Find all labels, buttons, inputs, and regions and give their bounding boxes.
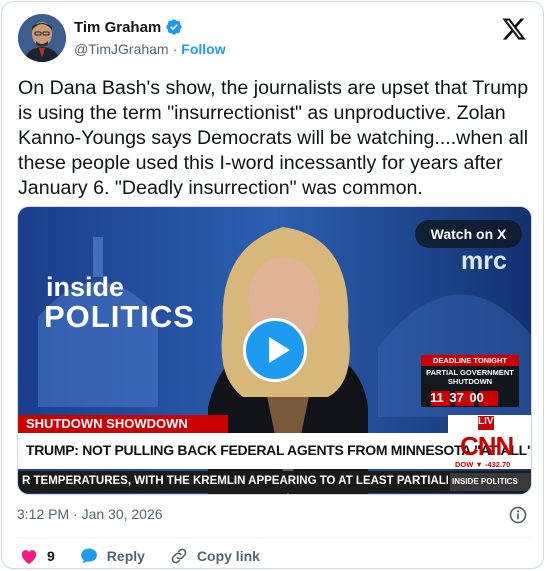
divider <box>17 537 532 538</box>
heart-icon <box>21 550 37 564</box>
reply-label: Reply <box>106 548 145 564</box>
like-count: 9 <box>47 548 55 564</box>
deadline-label: DEADLINE TONIGHT <box>432 356 508 365</box>
countdown-clock: 11 37 00 <box>430 390 484 405</box>
verified-badge-icon <box>166 19 182 35</box>
tweet-text: On Dana Bash's show, the journalists are… <box>18 77 529 199</box>
tweet-card: Tim Graham @TimJGraham · Follow On Dana … <box>1 1 544 569</box>
info-icon[interactable] <box>508 505 528 525</box>
video-player[interactable]: inside POLITICS mrc DEADLINE TONIGHT PAR… <box>17 206 532 495</box>
author-name[interactable]: Tim Graham <box>74 19 161 36</box>
cnn-logo: CNN <box>460 431 514 461</box>
tweet-timestamp[interactable]: 3:12 PM · Jan 30, 2026 <box>17 506 163 522</box>
link-icon <box>171 548 187 564</box>
separator-dot: · <box>172 41 178 57</box>
mrc-watermark: mrc <box>461 247 507 275</box>
watch-on-x-button[interactable]: Watch on X <box>415 220 522 248</box>
chyron-tag: SHUTDOWN SHOWDOWN <box>26 416 188 431</box>
copy-link-button[interactable]: Copy link <box>169 546 260 566</box>
follow-button[interactable]: Follow <box>181 41 225 57</box>
action-bar: 9 Reply Copy link <box>19 545 284 567</box>
ticker-show-tag: INSIDE POLITICS <box>452 477 518 486</box>
like-button[interactable]: 9 <box>19 546 55 566</box>
reply-button[interactable]: Reply <box>79 546 145 566</box>
deadline-title: PARTIAL GOVERNMENT SHUTDOWN <box>426 368 514 386</box>
news-ticker: R TEMPERATURES, WITH THE KREMLIN APPEARI… <box>22 475 448 487</box>
copy-link-label: Copy link <box>196 548 260 564</box>
show-title-line2: POLITICS <box>44 299 195 334</box>
chyron-headline: TRUMP: NOT PULLING BACK FEDERAL AGENTS F… <box>26 442 532 458</box>
author-name-row: Tim Graham <box>74 18 183 36</box>
author-handle[interactable]: @TimJGraham <box>74 41 169 57</box>
reply-bubble-icon <box>80 548 97 564</box>
x-logo-icon[interactable] <box>501 16 527 42</box>
dow-ticker: DOW ▼ -432.70 <box>455 460 511 469</box>
author-handle-row: @TimJGraham · Follow <box>74 41 226 57</box>
author-avatar[interactable] <box>18 14 66 62</box>
live-badge: LIVE <box>478 416 501 427</box>
play-button[interactable] <box>243 318 307 382</box>
